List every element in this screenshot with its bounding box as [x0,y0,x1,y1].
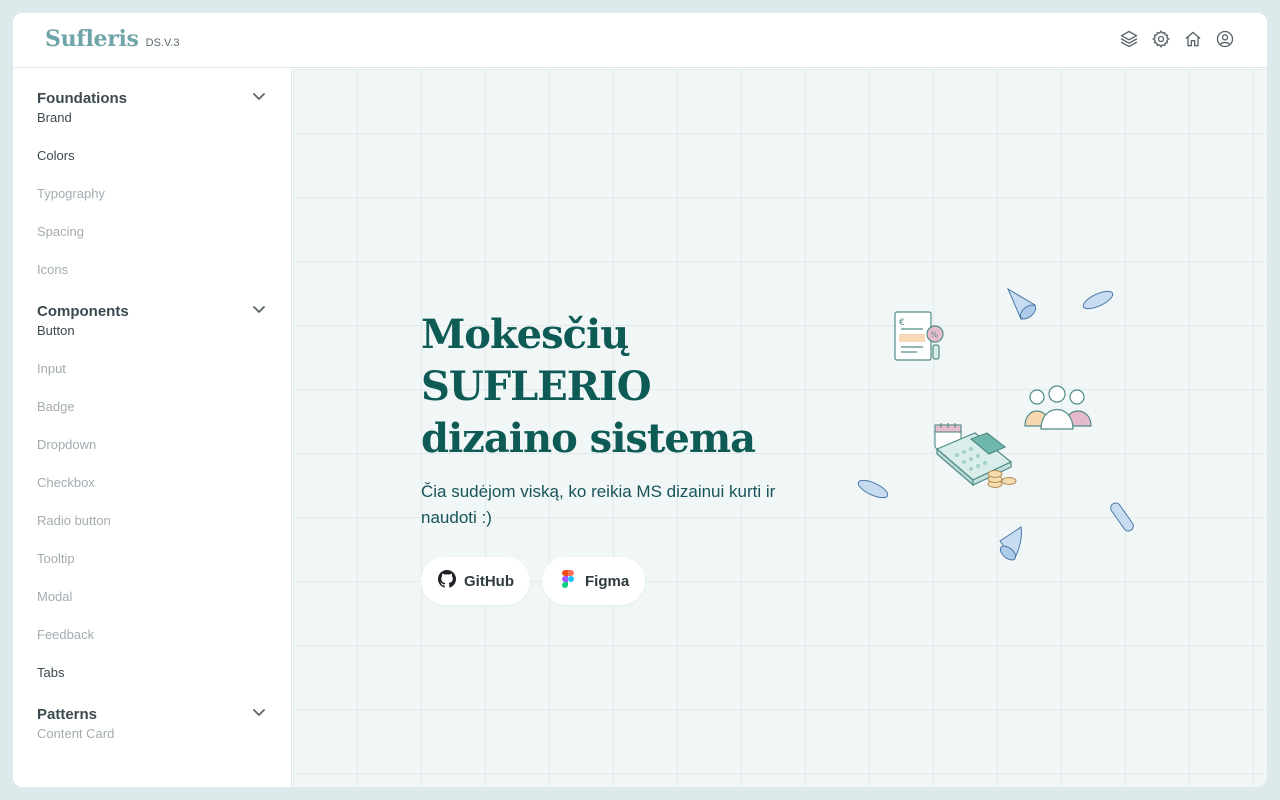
sidebar-item-spacing[interactable]: Spacing [13,221,291,259]
cone-shape [1006,287,1037,320]
hero-subtitle-line1: Čia sudėjom viską, ko reikia MS dizainui… [421,482,776,501]
section-header-foundations[interactable]: Foundations [13,87,291,109]
app-window: Sufleris DS.V.3 Foundations Brand Colors… [13,13,1267,787]
sidebar-item-checkbox[interactable]: Checkbox [13,472,291,510]
section-title: Components [37,302,129,320]
sidebar-item-dropdown[interactable]: Dropdown [13,434,291,472]
sidebar-item-icons[interactable]: Icons [13,259,291,297]
figma-label: Figma [585,572,630,590]
document-icon: € % [894,311,944,361]
sidebar-item-modal[interactable]: Modal [13,586,291,624]
github-icon [438,569,456,593]
figma-icon [559,569,577,593]
section-title: Foundations [37,89,127,107]
figma-button[interactable]: Figma [542,557,646,605]
sidebar-section-patterns: Patterns Content Card [13,703,291,761]
brand-name[interactable]: Sufleris [45,26,139,52]
hero-illustration: € % [853,279,1153,589]
svg-text:€: € [899,318,905,328]
sidebar-item-tooltip[interactable]: Tooltip [13,548,291,586]
user-circle-icon[interactable] [1215,29,1235,49]
hero-subtitle-line2: naudoti :) [421,508,492,527]
hero-subtitle: Čia sudėjom viską, ko reikia MS dizainui… [421,479,841,531]
hero-title-line1: Mokesčių SUFLERIO [421,311,652,410]
chevron-down-icon[interactable] [251,301,267,322]
sidebar-item-colors[interactable]: Colors [13,145,291,183]
github-label: GitHub [464,572,514,590]
hero-buttons: GitHub Figma [421,557,841,605]
layers-icon[interactable] [1119,29,1139,49]
sidebar-item-typography[interactable]: Typography [13,183,291,221]
sidebar-section-foundations: Foundations Brand Colors Typography Spac… [13,87,291,297]
sidebar-item-content-card[interactable]: Content Card [13,723,291,761]
top-bar: Sufleris DS.V.3 [13,13,1267,68]
github-button[interactable]: GitHub [421,557,530,605]
gear-icon[interactable] [1151,29,1171,49]
svg-text:%: % [931,331,939,340]
section-title: Patterns [37,705,98,723]
capsule-shape [1082,290,1114,310]
sidebar-item-input[interactable]: Input [13,358,291,396]
chevron-down-icon[interactable] [251,704,267,725]
sidebar-item-tabs[interactable]: Tabs [13,662,291,700]
brand[interactable]: Sufleris DS.V.3 [45,26,179,52]
cone-shape [999,526,1022,561]
capsule-shape [857,479,889,499]
home-icon[interactable] [1183,29,1203,49]
hero-title: Mokesčių SUFLERIO dizaino sistema [421,309,841,465]
sidebar-item-brand[interactable]: Brand [13,107,291,145]
section-header-patterns[interactable]: Patterns [13,703,291,725]
tax-illustration: € % [857,287,1134,561]
sidebar-item-radio-button[interactable]: Radio button [13,510,291,548]
section-header-components[interactable]: Components [13,300,291,322]
sidebar-item-button[interactable]: Button [13,320,291,358]
sidebar-item-feedback[interactable]: Feedback [13,624,291,662]
hero-title-line2: dizaino sistema [421,415,756,462]
sidebar-section-components: Components Button Input Badge Dropdown C… [13,300,291,700]
people-icon [1024,385,1092,430]
chevron-down-icon[interactable] [251,88,267,109]
hero: Mokesčių SUFLERIO dizaino sistema Čia su… [421,309,841,605]
sidebar: Foundations Brand Colors Typography Spac… [13,69,292,787]
top-icons [1119,29,1235,49]
stick-shape [1110,502,1134,532]
main-content: Mokesčių SUFLERIO dizaino sistema Čia su… [293,69,1267,787]
brand-version: DS.V.3 [145,37,180,49]
sidebar-item-badge[interactable]: Badge [13,396,291,434]
coins-icon [987,470,1017,488]
